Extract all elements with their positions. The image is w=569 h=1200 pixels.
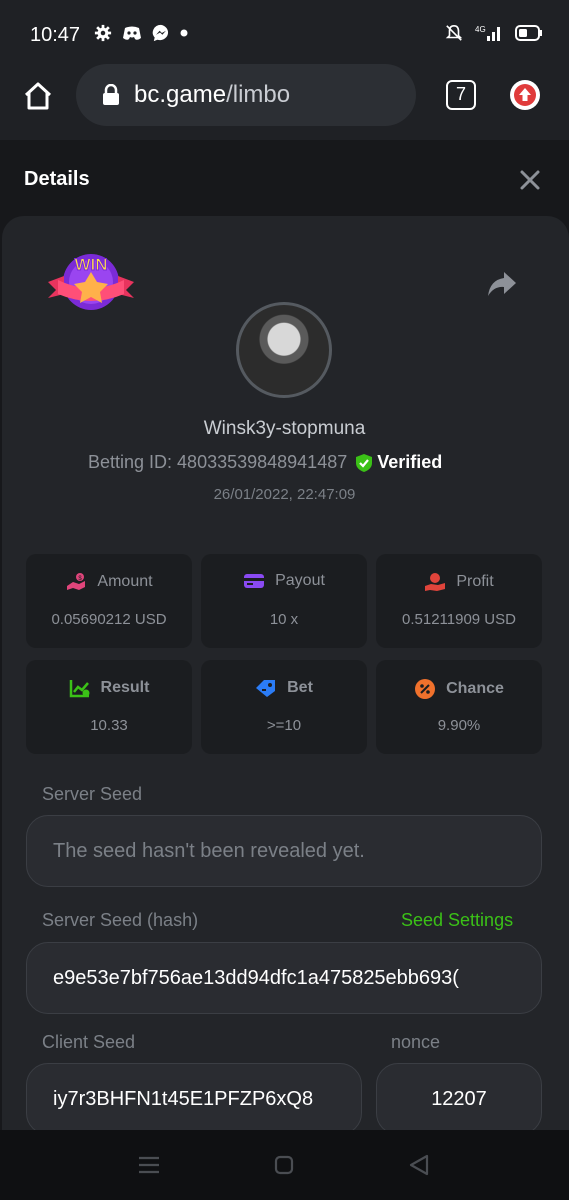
stat-amount-value: 0.05690212 USD bbox=[51, 611, 167, 628]
stat-result-value: 10.33 bbox=[90, 717, 128, 734]
stat-chance-label: Chance bbox=[446, 680, 504, 697]
win-badge-icon: WIN bbox=[48, 254, 134, 310]
home-nav-icon[interactable] bbox=[274, 1155, 294, 1175]
stat-bet: Bet >=10 bbox=[201, 660, 367, 754]
amount-icon: $ bbox=[67, 573, 86, 590]
home-icon[interactable] bbox=[22, 80, 54, 112]
url-path: /limbo bbox=[226, 81, 291, 108]
signal-4g-icon: 4G bbox=[475, 25, 500, 41]
system-icons: 4G bbox=[445, 24, 543, 42]
bet-date: 26/01/2022, 22:47:09 bbox=[213, 486, 356, 503]
back-icon[interactable] bbox=[408, 1154, 430, 1176]
stat-amount: $ Amount 0.05690212 USD bbox=[26, 554, 192, 648]
server-seed-label: Server Seed bbox=[42, 784, 143, 804]
payout-card-icon bbox=[244, 574, 265, 588]
stat-profit-value: 0.51211909 USD bbox=[402, 611, 516, 628]
battery-icon bbox=[515, 25, 542, 41]
update-button[interactable] bbox=[510, 80, 540, 110]
profit-hand-icon bbox=[425, 573, 446, 591]
system-nav-bar bbox=[0, 1130, 569, 1200]
details-header: Details bbox=[0, 140, 569, 218]
url-host: bc.game bbox=[134, 81, 227, 108]
stat-bet-label: Bet bbox=[287, 679, 313, 696]
stat-bet-value: >=10 bbox=[266, 717, 302, 734]
recents-icon[interactable] bbox=[138, 1156, 160, 1174]
verified-badge: Verified bbox=[355, 452, 442, 473]
betting-id: Betting ID: 4803353984894​1487 bbox=[88, 452, 348, 472]
stat-chance: Chance 9.90% bbox=[376, 660, 542, 754]
notification-icons bbox=[94, 24, 188, 42]
percent-icon bbox=[415, 679, 436, 699]
gear-icon bbox=[94, 24, 112, 42]
stat-payout-value: 10 x bbox=[269, 611, 299, 628]
stat-payout: Payout 10 x bbox=[201, 554, 367, 648]
stat-payout-label: Payout bbox=[275, 572, 325, 589]
server-seed-field[interactable]: The seed hasn't been revealed yet. bbox=[26, 815, 542, 887]
address-bar[interactable]: bc.game/limbo bbox=[76, 64, 416, 126]
svg-text:WIN: WIN bbox=[74, 255, 107, 274]
seed-settings-link[interactable]: Seed Settings bbox=[401, 910, 513, 931]
shield-check-icon bbox=[356, 453, 373, 472]
stat-result-label: Result bbox=[100, 679, 150, 696]
browser-toolbar: bc.game/limbo 7 bbox=[0, 62, 569, 140]
server-seed-hash-field[interactable]: e9e53e7bf756ae13dd94dfc1a475825ebb693( bbox=[26, 942, 542, 1014]
stat-profit-label: Profit bbox=[456, 573, 494, 590]
result-chart-icon bbox=[69, 680, 90, 698]
stat-profit: Profit 0.51211909 USD bbox=[376, 554, 542, 648]
client-seed-label: Client Seed bbox=[42, 1032, 136, 1052]
betting-id-line: Betting ID: 4803353984894​1487 Verified bbox=[88, 452, 442, 473]
mute-bell-icon bbox=[445, 24, 463, 41]
discord-icon bbox=[123, 26, 141, 40]
stat-chance-value: 9.90% bbox=[437, 717, 481, 734]
status-bar: 10:47 4G bbox=[0, 0, 569, 62]
verified-label: Verified bbox=[377, 452, 443, 472]
nonce-label: nonce bbox=[391, 1032, 441, 1052]
share-icon[interactable] bbox=[486, 270, 518, 298]
avatar bbox=[236, 302, 332, 398]
lock-icon bbox=[103, 84, 119, 105]
stat-amount-label: Amount bbox=[97, 573, 153, 590]
clock: 10:47 bbox=[30, 24, 81, 46]
client-seed-field[interactable]: iy7r3BHFN1t45E1PFZP6xQ8 bbox=[26, 1063, 362, 1135]
nonce-field[interactable]: 12207 bbox=[376, 1063, 542, 1135]
stat-result: Result 10.33 bbox=[26, 660, 192, 754]
tab-switcher-button[interactable]: 7 bbox=[446, 80, 476, 110]
bet-tag-icon bbox=[256, 680, 276, 697]
server-seed-hash-label: Server Seed (hash) bbox=[42, 910, 199, 930]
username: Winsk3y-stopmuna bbox=[203, 418, 366, 439]
close-icon[interactable] bbox=[516, 166, 544, 194]
messenger-icon bbox=[152, 24, 169, 42]
svg-text:4G: 4G bbox=[475, 25, 486, 34]
page-title: Details bbox=[24, 168, 90, 190]
arrow-up-icon bbox=[514, 84, 536, 106]
dot-icon bbox=[180, 29, 188, 37]
